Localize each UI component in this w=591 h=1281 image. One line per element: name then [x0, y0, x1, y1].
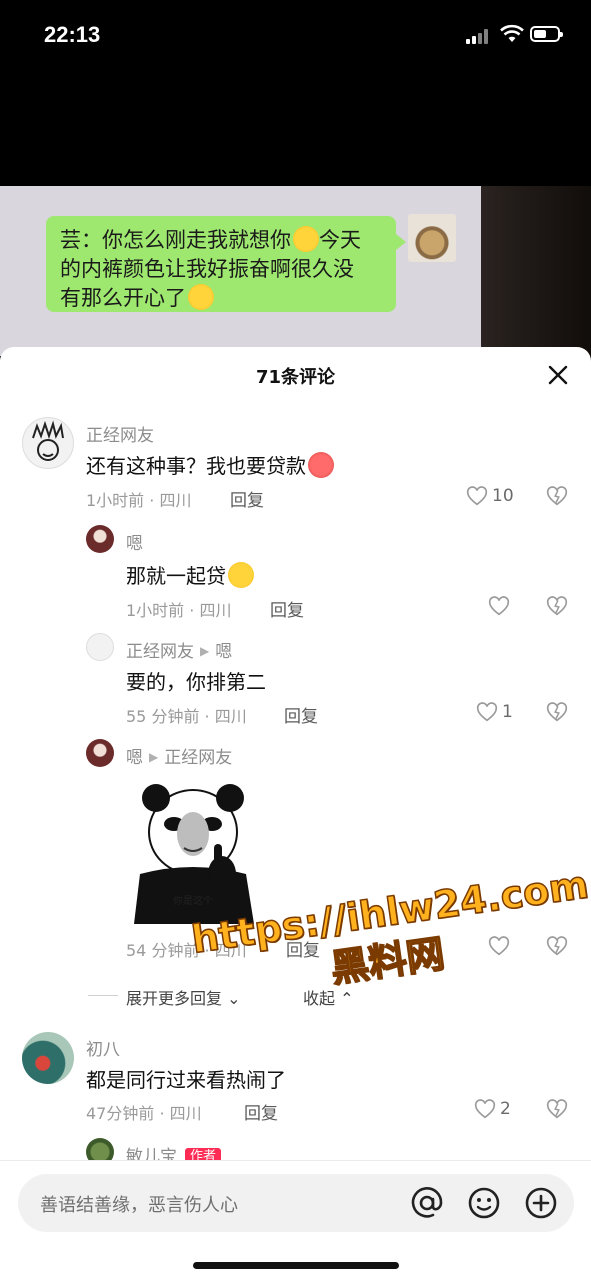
- heart-icon: [466, 486, 488, 506]
- dislike-icon[interactable]: [546, 596, 568, 618]
- emoji-icon[interactable]: [466, 1185, 502, 1221]
- avatar[interactable]: [22, 417, 74, 469]
- expand-replies-button[interactable]: 展开更多回复 ⌄: [126, 985, 241, 1009]
- battery-icon: [530, 26, 563, 42]
- like-button[interactable]: 10: [466, 486, 526, 508]
- comment-text: 都是同行过来看热闹了: [86, 1068, 286, 1092]
- background-photo: 芸：你怎么刚走我就想你 今天 的内裤颜色让我好振奋啊很久没 有那么开心了: [0, 186, 591, 356]
- comment-text: 还有这种事？我也要贷款: [86, 450, 334, 479]
- like-button[interactable]: 2: [474, 1099, 524, 1121]
- comment-input[interactable]: 善语结善缘，恶言伤人心: [18, 1174, 574, 1232]
- heart-icon: [476, 702, 498, 722]
- divider: [88, 995, 118, 996]
- panda-meme-sticker[interactable]: 你是这个: [126, 774, 260, 924]
- like-count: 10: [492, 486, 514, 506]
- comment-username[interactable]: 正经网友: [86, 421, 154, 446]
- comment-meta: 1小时前 · 四川: [86, 491, 192, 510]
- like-count: 2: [500, 1099, 511, 1119]
- comments-sheet: 71条评论 正经网友 还有这种事？我也要贷款 1小时前 · 四川 回复 10 嗯…: [0, 347, 591, 1281]
- comment-text: 那就一起贷: [126, 560, 254, 589]
- heart-icon: [474, 1099, 496, 1119]
- comment-input-placeholder: 善语结善缘，恶言伤人心: [40, 1195, 238, 1216]
- dislike-icon[interactable]: [546, 702, 568, 724]
- chat-bubble: 芸：你怎么刚走我就想你 今天 的内裤颜色让我好振奋啊很久没 有那么开心了: [46, 216, 406, 312]
- avatar[interactable]: [86, 633, 114, 661]
- sheet-title: 71条评论: [255, 367, 336, 388]
- dislike-icon[interactable]: [546, 936, 568, 958]
- like-button[interactable]: 1: [476, 702, 526, 724]
- chat-avatar: [408, 214, 456, 262]
- comment-meta: 55 分钟前 · 四川: [126, 707, 247, 726]
- avatar[interactable]: [86, 525, 114, 553]
- crying-laugh-emoji-icon: [293, 226, 319, 252]
- comment-text: 要的，你排第二: [126, 670, 266, 694]
- wifi-icon: [500, 24, 524, 42]
- comment-username: 正经网友 ▶ 嗯: [126, 642, 233, 662]
- like-count: 1: [502, 702, 513, 722]
- comment-username[interactable]: 初八: [86, 1035, 120, 1060]
- angry-emoji-icon: [308, 452, 334, 478]
- signal-icon: [466, 28, 492, 44]
- home-indicator: [193, 1262, 399, 1269]
- close-icon[interactable]: [544, 361, 572, 389]
- reply-button[interactable]: 回复: [244, 1099, 278, 1124]
- reply-button[interactable]: 回复: [284, 702, 318, 727]
- comment-username: 嗯 ▶ 正经网友: [126, 748, 233, 768]
- heart-icon: [488, 936, 510, 956]
- mention-icon[interactable]: [409, 1185, 445, 1221]
- sticker-caption: 你是这个: [173, 896, 213, 907]
- status-time: 22:13: [44, 22, 101, 47]
- like-button[interactable]: [488, 596, 518, 618]
- avatar[interactable]: [22, 1032, 74, 1084]
- dizzy-emoji-icon: [228, 562, 254, 588]
- like-button[interactable]: [488, 936, 518, 958]
- reply-button[interactable]: 回复: [230, 486, 264, 511]
- comment-input-bar: 善语结善缘，恶言伤人心: [0, 1160, 591, 1281]
- dislike-icon[interactable]: [546, 1099, 568, 1121]
- comment-username[interactable]: 嗯: [126, 529, 143, 554]
- add-icon[interactable]: [523, 1185, 559, 1221]
- chevron-down-icon: ⌄: [222, 989, 241, 1008]
- status-bar: 22:13: [0, 0, 591, 70]
- dislike-icon[interactable]: [546, 486, 568, 508]
- reply-button[interactable]: 回复: [270, 596, 304, 621]
- reply-arrow-icon: ▶: [200, 644, 210, 658]
- grin-emoji-icon: [188, 284, 214, 310]
- heart-icon: [488, 596, 510, 616]
- comment-meta: 47分钟前 · 四川: [86, 1104, 202, 1123]
- reply-arrow-icon: ▶: [149, 750, 159, 764]
- comment-meta: 1小时前 · 四川: [126, 601, 232, 620]
- avatar[interactable]: [86, 739, 114, 767]
